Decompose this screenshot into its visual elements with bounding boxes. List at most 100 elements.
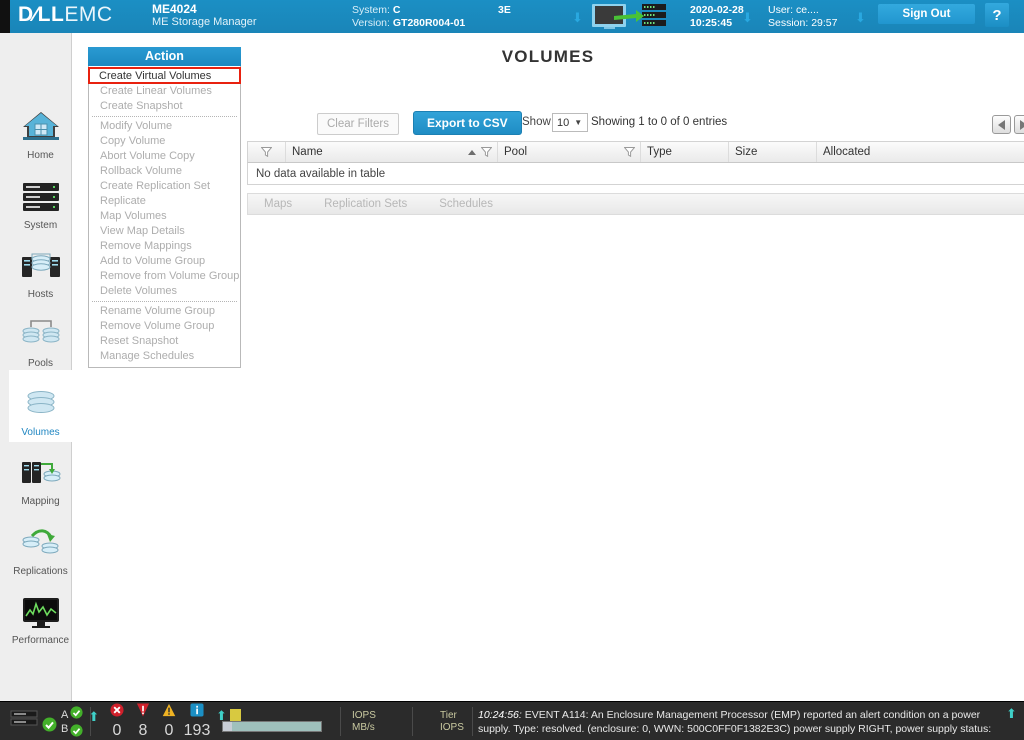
health-ok-icon: [42, 717, 57, 732]
event-counters-group: 0 8 0 193 ⬆: [104, 702, 227, 740]
menu-item-rollback-volume: Rollback Volume: [100, 165, 182, 177]
controller-b-label: B: [61, 722, 69, 735]
menu-item-rename-volume-group: Rename Volume Group: [100, 305, 215, 317]
capacity-marker: [230, 708, 241, 721]
menu-item-create-snapshot: Create Snapshot: [100, 100, 183, 112]
chevron-down-icon-3[interactable]: ⬇: [855, 10, 866, 26]
product-identity: ME4024 ME Storage Manager: [152, 3, 257, 29]
controller-status-icons: [70, 706, 83, 737]
system-info: System: C Version: GT280R004-01: [352, 4, 465, 30]
pagination-controls: [992, 115, 1024, 134]
status-divider-1: [90, 707, 91, 736]
sidebar-item-hosts[interactable]: Hosts: [9, 232, 72, 304]
session-label: Session:: [768, 17, 809, 29]
menu-item-reset-snapshot: Reset Snapshot: [100, 335, 179, 347]
banner-left-edge: [0, 0, 10, 33]
chevron-down-icon-1[interactable]: ⬇: [572, 10, 583, 26]
column-header-allocated[interactable]: Allocated: [817, 142, 1024, 162]
event-message[interactable]: 10:24:56: EVENT A114: An Enclosure Manag…: [478, 708, 1008, 736]
counter-info[interactable]: 193: [182, 703, 212, 740]
capacity-gauge: [222, 708, 322, 735]
monitor-rack-svg: [592, 4, 666, 29]
sidebar-label-pools: Pools: [27, 358, 53, 369]
menu-item-create-linear-volumes: Create Linear Volumes: [100, 85, 212, 97]
sidebar-item-performance[interactable]: Performance: [9, 578, 72, 650]
capacity-gauge-group[interactable]: [222, 702, 322, 740]
column-header-name[interactable]: Name: [286, 142, 498, 162]
sidebar-label-volumes: Volumes: [21, 427, 60, 438]
expand-up-icon-3[interactable]: ⬆: [1006, 706, 1017, 722]
counter-error-value: 0: [112, 722, 122, 739]
sidebar-item-replications[interactable]: Replications: [9, 509, 72, 581]
column-header-size[interactable]: Size: [729, 142, 817, 162]
chevron-down-icon-pagesize: ▼: [574, 118, 583, 127]
menu-item-create-virtual-volumes[interactable]: Create Virtual Volumes: [88, 67, 241, 84]
user-session-info: User: ce.... Session: 29:57: [768, 4, 837, 30]
emc-wordmark: EMC: [64, 3, 113, 26]
controller-a-ok-icon: [70, 706, 83, 719]
status-divider-3: [412, 707, 413, 736]
mbs-label: MB/s: [352, 721, 375, 733]
date-time: 2020-02-28 10:25:45: [690, 4, 744, 30]
sidebar-label-mapping: Mapping: [21, 496, 60, 507]
column-header-type[interactable]: Type: [641, 142, 729, 162]
status-divider-2: [340, 707, 341, 736]
iops-group[interactable]: IOPS MB/s: [352, 702, 376, 740]
chevron-down-icon-2[interactable]: ⬇: [742, 10, 753, 26]
column-label-pool: Pool: [504, 146, 528, 158]
next-page-button[interactable]: [1014, 115, 1024, 134]
system-health-icon[interactable]: [590, 2, 682, 31]
help-button[interactable]: ?: [985, 3, 1009, 27]
table-toolbar: Clear Filters Export to CSV Show 10 ▼ Sh…: [247, 111, 1007, 137]
detail-tabs: Maps Replication Sets Schedules: [247, 193, 1024, 215]
pools-icon: [22, 320, 59, 343]
warning-icon: [162, 703, 176, 717]
prev-page-button[interactable]: [992, 115, 1011, 134]
counter-error[interactable]: 0: [104, 703, 130, 740]
tab-replication-sets[interactable]: Replication Sets: [308, 198, 423, 210]
sidebar-item-mapping[interactable]: Mapping: [9, 439, 72, 511]
system-label: System:: [352, 4, 390, 16]
tier-iops-group[interactable]: Tier IOPS: [440, 702, 464, 740]
table-empty-message: No data available in table: [247, 163, 1024, 185]
status-bar: A B ⬆ 0 8 0 193 ⬆ IOPS MB/s Tier IOPS 10…: [0, 701, 1024, 740]
sidebar: Home System Hosts Pools Volumes Mapping …: [0, 33, 72, 701]
counter-warning[interactable]: 0: [156, 703, 182, 740]
action-menu-header[interactable]: Action: [88, 47, 241, 66]
export-csv-button[interactable]: Export to CSV: [413, 111, 522, 135]
clear-filters-button[interactable]: Clear Filters: [317, 113, 399, 135]
menu-item-abort-volume-copy: Abort Volume Copy: [100, 150, 195, 162]
sidebar-label-system: System: [23, 220, 58, 231]
menu-item-modify-volume: Modify Volume: [100, 120, 173, 132]
filter-toggle-row[interactable]: [248, 142, 286, 162]
system-value: C: [392, 4, 401, 16]
version-value: GT280R004-01: [392, 17, 466, 29]
page-size-select[interactable]: 10 ▼: [552, 113, 588, 132]
current-time: 10:25:45: [690, 17, 733, 29]
volumes-table: Name Pool Type Size Allocated No data av…: [247, 141, 1024, 185]
user-label: User:: [768, 4, 794, 16]
tab-maps[interactable]: Maps: [248, 198, 308, 210]
home-icon: [22, 112, 59, 140]
funnel-icon-name[interactable]: [481, 147, 492, 157]
counter-critical[interactable]: 8: [130, 703, 156, 740]
tab-schedules[interactable]: Schedules: [423, 198, 509, 210]
sidebar-item-system[interactable]: System: [9, 163, 72, 235]
top-banner: D⁄LL EMC ME4024 ME Storage Manager Syste…: [0, 0, 1024, 33]
mapping-icon: [21, 462, 60, 483]
counter-warning-value: 0: [164, 722, 174, 739]
event-timestamp: 10:24:56:: [478, 709, 522, 721]
sidebar-item-home[interactable]: Home: [9, 93, 72, 165]
menu-item-remove-volume-group: Remove Volume Group: [100, 320, 215, 332]
dell-emc-logo: D⁄LL EMC: [18, 3, 113, 27]
menu-item-delete-volumes: Delete Volumes: [100, 285, 178, 297]
sign-out-button[interactable]: Sign Out: [878, 4, 975, 24]
funnel-icon-pool[interactable]: [624, 147, 635, 157]
sidebar-item-pools[interactable]: Pools: [9, 301, 72, 373]
column-header-pool[interactable]: Pool: [498, 142, 641, 162]
menu-item-create-replication-set: Create Replication Set: [100, 180, 211, 192]
menu-item-view-map-details: View Map Details: [100, 225, 185, 237]
menu-separator: [92, 301, 237, 302]
show-label: Show: [522, 116, 551, 128]
sidebar-item-volumes[interactable]: Volumes: [9, 370, 72, 442]
